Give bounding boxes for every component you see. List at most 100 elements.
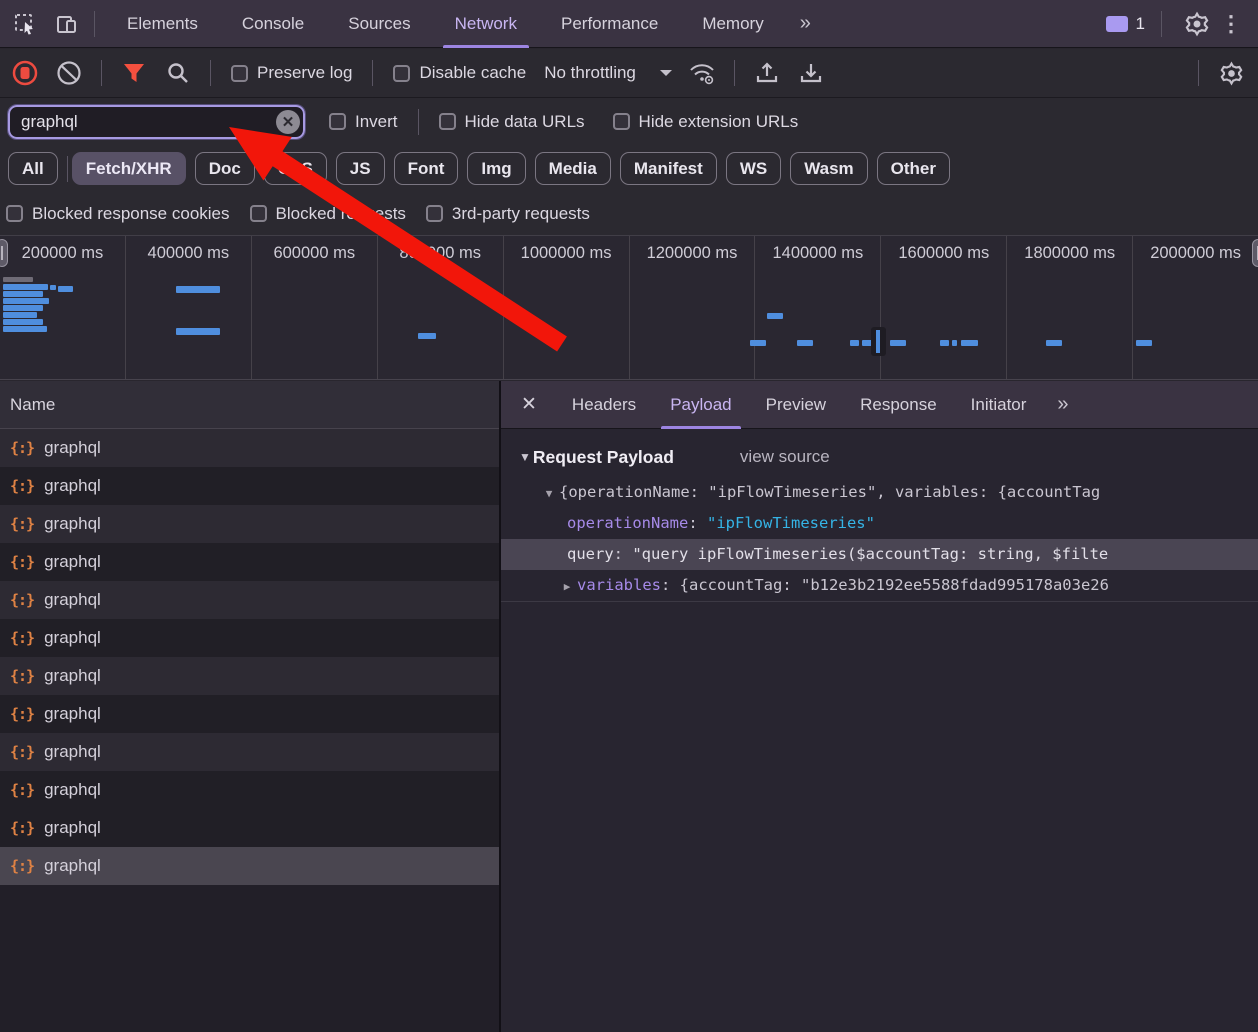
request-row[interactable]: {:}graphql bbox=[0, 429, 499, 467]
detail-tab-response[interactable]: Response bbox=[843, 381, 954, 429]
tab-sources[interactable]: Sources bbox=[326, 0, 432, 48]
payload-root-line[interactable]: ▼{operationName: "ipFlowTimeseries", var… bbox=[501, 477, 1258, 508]
request-row[interactable]: {:}graphql bbox=[0, 733, 499, 771]
tab-elements[interactable]: Elements bbox=[105, 0, 220, 48]
blocked-response-cookies-label: Blocked response cookies bbox=[32, 204, 230, 224]
timeline-left-handle[interactable] bbox=[0, 239, 8, 267]
tab-network[interactable]: Network bbox=[433, 0, 539, 48]
request-name: graphql bbox=[44, 628, 101, 648]
tab-performance[interactable]: Performance bbox=[539, 0, 680, 48]
hide-extension-urls-checkbox-group[interactable]: Hide extension URLs bbox=[613, 112, 799, 132]
request-row[interactable]: {:}graphql bbox=[0, 619, 499, 657]
type-chip-fetch-xhr[interactable]: Fetch/XHR bbox=[72, 152, 186, 185]
preserve-log-checkbox-group[interactable]: Preserve log bbox=[231, 63, 352, 83]
request-row[interactable]: {:}graphql bbox=[0, 695, 499, 733]
network-conditions-icon[interactable] bbox=[687, 58, 717, 88]
request-row-selected[interactable]: {:}graphql bbox=[0, 847, 499, 885]
blocked-response-cookies-group[interactable]: Blocked response cookies bbox=[6, 204, 230, 224]
blocked-response-cookies-checkbox[interactable] bbox=[6, 205, 23, 222]
filter-input[interactable] bbox=[8, 105, 305, 139]
preserve-log-checkbox[interactable] bbox=[231, 65, 248, 82]
payload-row-operationName[interactable]: operationName: "ipFlowTimeseries" bbox=[501, 508, 1258, 539]
third-party-requests-label: 3rd-party requests bbox=[452, 204, 590, 224]
tab-console[interactable]: Console bbox=[220, 0, 326, 48]
network-main-split: Name {:}graphql {:}graphql {:}graphql {:… bbox=[0, 381, 1258, 1032]
detail-tab-payload[interactable]: Payload bbox=[653, 381, 748, 429]
blocked-requests-group[interactable]: Blocked requests bbox=[250, 204, 406, 224]
detail-tab-preview[interactable]: Preview bbox=[749, 381, 843, 429]
more-detail-tabs-button[interactable]: » bbox=[1043, 393, 1080, 416]
hide-data-urls-checkbox-group[interactable]: Hide data URLs bbox=[439, 112, 585, 132]
settings-gear-icon[interactable] bbox=[1180, 7, 1214, 41]
disable-cache-checkbox-group[interactable]: Disable cache bbox=[393, 63, 526, 83]
payload-separator: : bbox=[614, 545, 633, 563]
name-column-header[interactable]: Name bbox=[0, 381, 499, 429]
request-row[interactable]: {:}graphql bbox=[0, 809, 499, 847]
divider bbox=[67, 156, 68, 182]
payload-row-variables[interactable]: ▶variables: {accountTag: "b12e3b2192ee55… bbox=[501, 570, 1258, 601]
type-chip-all[interactable]: All bbox=[8, 152, 58, 185]
more-tabs-button[interactable]: » bbox=[786, 12, 823, 35]
detail-tab-headers[interactable]: Headers bbox=[555, 381, 653, 429]
blocked-requests-checkbox[interactable] bbox=[250, 205, 267, 222]
payload-row-query-selected[interactable]: query: "query ipFlowTimeseries($accountT… bbox=[501, 539, 1258, 570]
filter-funnel-icon[interactable] bbox=[119, 58, 149, 88]
request-row[interactable]: {:}graphql bbox=[0, 581, 499, 619]
detail-tabbar: ✕ Headers Payload Preview Response Initi… bbox=[501, 381, 1258, 429]
timeline-request-bar bbox=[50, 285, 56, 290]
timeline-request-bar bbox=[961, 340, 978, 346]
timeline-right-handle[interactable] bbox=[1252, 239, 1258, 267]
request-row[interactable]: {:}graphql bbox=[0, 467, 499, 505]
throttling-select[interactable]: No throttling bbox=[544, 63, 672, 83]
network-overview-timeline[interactable]: 200000 ms 400000 ms 600000 ms 800000 ms … bbox=[0, 236, 1258, 380]
clear-network-log-icon[interactable] bbox=[54, 58, 84, 88]
timeline-request-bar bbox=[797, 340, 813, 346]
divider bbox=[94, 11, 95, 37]
kebab-menu-icon[interactable]: ⋮ bbox=[1214, 11, 1258, 37]
tab-memory[interactable]: Memory bbox=[680, 0, 785, 48]
request-row[interactable]: {:}graphql bbox=[0, 771, 499, 809]
search-icon[interactable] bbox=[163, 58, 193, 88]
device-toolbar-icon[interactable] bbox=[50, 7, 84, 41]
import-har-icon[interactable] bbox=[752, 58, 782, 88]
timeline-request-bar bbox=[890, 340, 906, 346]
caret-down-icon[interactable]: ▼ bbox=[539, 478, 559, 508]
type-chip-other[interactable]: Other bbox=[877, 152, 950, 185]
hide-data-urls-checkbox[interactable] bbox=[439, 113, 456, 130]
export-har-icon[interactable] bbox=[796, 58, 826, 88]
clear-filter-icon[interactable]: ✕ bbox=[276, 110, 300, 134]
type-chip-manifest[interactable]: Manifest bbox=[620, 152, 717, 185]
type-chip-ws[interactable]: WS bbox=[726, 152, 781, 185]
invert-checkbox[interactable] bbox=[329, 113, 346, 130]
divider bbox=[418, 109, 419, 135]
request-row[interactable]: {:}graphql bbox=[0, 505, 499, 543]
type-chip-js[interactable]: JS bbox=[336, 152, 385, 185]
hide-extension-urls-checkbox[interactable] bbox=[613, 113, 630, 130]
request-row[interactable]: {:}graphql bbox=[0, 657, 499, 695]
type-chip-wasm[interactable]: Wasm bbox=[790, 152, 867, 185]
close-icon[interactable]: ✕ bbox=[501, 393, 555, 416]
network-settings-gear-icon[interactable] bbox=[1216, 58, 1246, 88]
inspect-element-icon[interactable] bbox=[8, 7, 42, 41]
request-payload-section-header[interactable]: ▼ Request Payload view source bbox=[501, 437, 1258, 477]
request-detail-panel: ✕ Headers Payload Preview Response Initi… bbox=[501, 381, 1258, 1032]
disable-cache-checkbox[interactable] bbox=[393, 65, 410, 82]
detail-tab-initiator[interactable]: Initiator bbox=[954, 381, 1044, 429]
view-source-link[interactable]: view source bbox=[740, 447, 830, 467]
timeline-request-bar bbox=[3, 277, 33, 282]
divider bbox=[101, 60, 102, 86]
third-party-requests-group[interactable]: 3rd-party requests bbox=[426, 204, 590, 224]
third-party-requests-checkbox[interactable] bbox=[426, 205, 443, 222]
type-chip-doc[interactable]: Doc bbox=[195, 152, 255, 185]
type-chip-css[interactable]: CSS bbox=[264, 152, 327, 185]
type-chip-media[interactable]: Media bbox=[535, 152, 611, 185]
request-row[interactable]: {:}graphql bbox=[0, 543, 499, 581]
issues-icon[interactable] bbox=[1106, 16, 1128, 32]
timeline-request-bar bbox=[3, 319, 43, 325]
invert-checkbox-group[interactable]: Invert bbox=[329, 112, 398, 132]
timeline-request-bar bbox=[3, 298, 49, 304]
caret-right-icon[interactable]: ▶ bbox=[557, 571, 577, 601]
type-chip-img[interactable]: Img bbox=[467, 152, 525, 185]
record-network-log-icon[interactable] bbox=[10, 58, 40, 88]
type-chip-font[interactable]: Font bbox=[394, 152, 459, 185]
